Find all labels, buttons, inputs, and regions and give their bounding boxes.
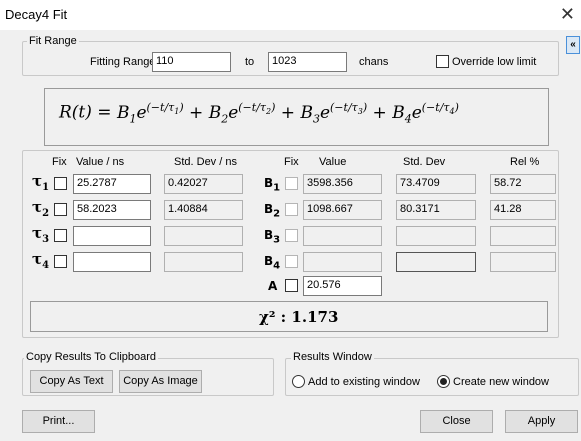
copy-as-text-button[interactable]: Copy As Text — [30, 370, 113, 393]
model-formula: R(t) = B1e(−t/τ1) + B2e(−t/τ2) + B3e(−t/… — [44, 88, 549, 146]
tau-4-fix-checkbox[interactable] — [54, 255, 67, 268]
amplitude-value-header: Value — [319, 156, 347, 168]
b-2-rel-field: 41.28 — [490, 200, 556, 220]
b-1-fix-checkbox[interactable] — [285, 177, 298, 190]
tau-3-fix-checkbox[interactable] — [54, 229, 67, 242]
tau-4-value-input[interactable] — [73, 252, 151, 272]
chans-label: chans — [359, 56, 389, 68]
b-4-fix-checkbox[interactable] — [285, 255, 298, 268]
b-1-rel-field: 58.72 — [490, 174, 556, 194]
b-1-value-field: 3598.356 — [303, 174, 382, 194]
formula-term: B2e(−t/τ2) + — [208, 101, 301, 126]
tau-3-stddev-field — [164, 226, 243, 246]
create-new-window-label: Create new window — [453, 376, 549, 388]
title-bar: Decay4 Fit ✕ — [0, 0, 581, 30]
formula-term: B4e(−t/τ4) — [392, 101, 459, 126]
b-4-stddev-field — [396, 252, 476, 272]
formula-term: B3e(−t/τ3) + — [300, 101, 393, 126]
copy-results-legend: Copy Results To Clipboard — [24, 351, 159, 363]
tau-3-value-input[interactable] — [73, 226, 151, 246]
print-button[interactable]: Print... — [22, 410, 95, 433]
add-to-existing-radio[interactable] — [292, 375, 305, 388]
tau-1-value-input[interactable]: 25.2787 — [73, 174, 151, 194]
fit-range-legend: Fit Range — [27, 35, 79, 47]
formula-expression: R(t) = B1e(−t/τ1) + B2e(−t/τ2) + B3e(−t/… — [59, 101, 459, 125]
lifetime-stddev-header: Std. Dev / ns — [174, 156, 237, 168]
chi-squared-readout: χ² : 1.173 — [259, 308, 338, 326]
tau-1-symbol: τ1 — [32, 172, 50, 193]
amplitude-stddev-header: Std. Dev — [403, 156, 446, 168]
b-3-value-field — [303, 226, 382, 246]
b-2-stddev-field: 80.3171 — [396, 200, 476, 220]
b-4-value-field — [303, 252, 382, 272]
b-3-fix-checkbox[interactable] — [285, 229, 298, 242]
copy-as-image-button[interactable]: Copy As Image — [119, 370, 202, 393]
tau-1-stddev-field: 0.42027 — [164, 174, 243, 194]
close-icon[interactable]: ✕ — [560, 4, 575, 25]
tau-2-stddev-field: 1.40884 — [164, 200, 243, 220]
collapse-icon[interactable]: « — [566, 36, 580, 54]
tau-4-stddev-field — [164, 252, 243, 272]
amplitude-rel-header: Rel % — [510, 156, 540, 168]
amplitude-fix-header: Fix — [284, 156, 299, 168]
override-low-limit-label: Override low limit — [452, 56, 537, 68]
b-3-stddev-field — [396, 226, 476, 246]
formula-term: B1e(−t/τ1) + — [116, 101, 209, 126]
b-4-symbol: B4 — [264, 254, 281, 272]
override-low-limit-checkbox[interactable] — [436, 55, 449, 68]
create-new-window-radio[interactable] — [437, 375, 450, 388]
b-2-value-field: 1098.667 — [303, 200, 382, 220]
offset-a-symbol: A — [268, 279, 278, 293]
b-1-stddev-field: 73.4709 — [396, 174, 476, 194]
b-4-rel-field — [490, 252, 556, 272]
formula-lhs: R(t) = — [59, 102, 117, 123]
results-window-legend: Results Window — [291, 351, 374, 363]
b-2-symbol: B2 — [264, 202, 281, 220]
tau-2-value-input[interactable]: 58.2023 — [73, 200, 151, 220]
offset-a-fix-checkbox[interactable] — [285, 279, 298, 292]
fitting-range-label: Fitting Range — [90, 56, 153, 68]
b-3-rel-field — [490, 226, 556, 246]
close-button[interactable]: Close — [420, 410, 493, 433]
apply-button[interactable]: Apply — [505, 410, 578, 433]
tau-3-symbol: τ3 — [32, 224, 50, 245]
tau-2-fix-checkbox[interactable] — [54, 203, 67, 216]
tau-2-symbol: τ2 — [32, 198, 50, 219]
lifetime-value-header: Value / ns — [76, 156, 125, 168]
b-1-symbol: B1 — [264, 176, 281, 194]
window-title: Decay4 Fit — [5, 7, 68, 22]
fit-range-from-input[interactable]: 110 — [152, 52, 231, 72]
tau-1-fix-checkbox[interactable] — [54, 177, 67, 190]
to-label: to — [245, 56, 255, 68]
chi-squared-label: χ² : — [259, 308, 292, 326]
tau-4-symbol: τ4 — [32, 250, 50, 271]
lifetime-fix-header: Fix — [52, 156, 67, 168]
b-2-fix-checkbox[interactable] — [285, 203, 298, 216]
fit-range-to-input[interactable]: 1023 — [268, 52, 347, 72]
add-to-existing-label: Add to existing window — [308, 376, 420, 388]
chi-squared-box: χ² : 1.173 — [30, 301, 548, 332]
chi-squared-value: 1.173 — [291, 308, 339, 326]
b-3-symbol: B3 — [264, 228, 281, 246]
offset-a-value-input[interactable]: 20.576 — [303, 276, 382, 296]
